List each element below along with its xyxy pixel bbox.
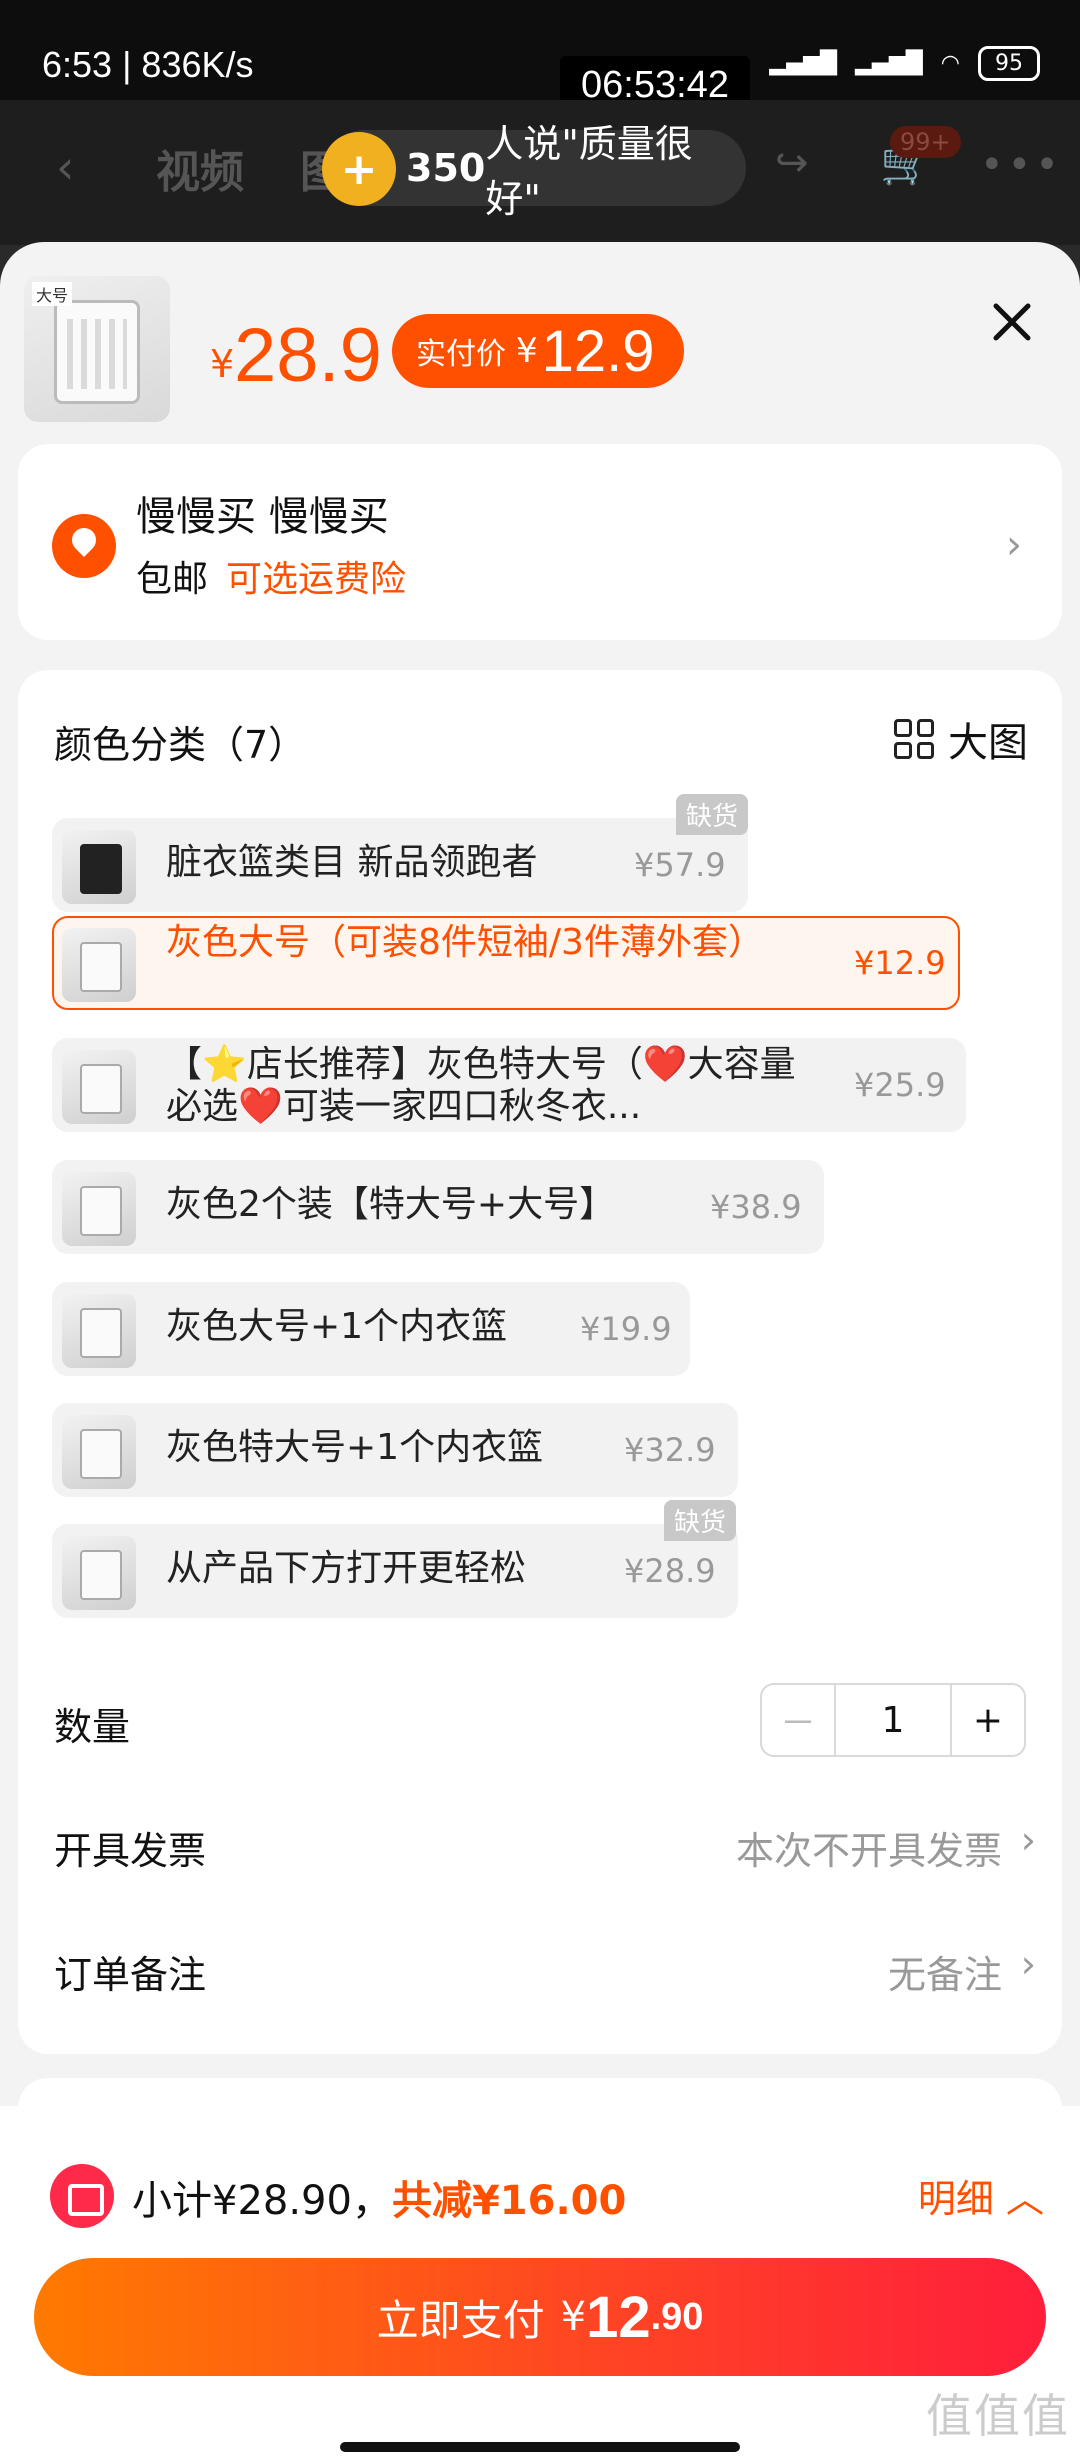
- option-thumbnail: [62, 1172, 136, 1246]
- option-label: 【⭐店长推荐】灰色特大号（❤️大容量必选❤️可装一家四口秋冬衣...: [166, 1044, 796, 1127]
- watermark: 值值值: [926, 2394, 1070, 2446]
- big-image-toggle[interactable]: 大图: [894, 710, 1028, 768]
- address-name: 慢慢买 慢慢买: [136, 494, 389, 540]
- quantity-stepper: － 1 +: [760, 1683, 1026, 1757]
- options-card: 颜色分类（7） 大图 脏衣篮类目 新品领跑者 ¥57.9 缺货 灰色大号（可装8…: [18, 670, 1062, 2054]
- shipping-insurance-link[interactable]: 可选运费险: [226, 559, 406, 600]
- option-label: 灰色大号（可装8件短袖/3件薄外套）: [166, 922, 764, 963]
- pay-now-button[interactable]: 立即支付 ¥ 12 .90: [34, 2258, 1046, 2376]
- quantity-value[interactable]: 1: [834, 1685, 952, 1755]
- out-of-stock-badge: 缺货: [676, 794, 749, 835]
- checkout-bar: 小计¥28.90，共减¥16.00 明细 ︿ 立即支付 ¥ 12 .90: [0, 2106, 1080, 2460]
- out-of-stock-badge: 缺货: [664, 1500, 737, 1541]
- option-price: ¥19.9: [580, 1310, 672, 1348]
- pay-amount-int: 12: [586, 2284, 651, 2350]
- wifi-icon: ◠: [940, 51, 960, 76]
- option-chip[interactable]: 灰色特大号+1个内衣篮 ¥32.9: [52, 1403, 738, 1497]
- option-price: ¥32.9: [624, 1431, 716, 1469]
- sku-sheet: 大号 ¥ 28.9 实付价 ¥ 12.9 慢慢买 慢慢买 包邮 可选运费险 › 颜…: [0, 242, 1080, 2460]
- paid-symbol: ¥: [516, 331, 538, 371]
- location-icon: [52, 514, 116, 578]
- quantity-plus-button[interactable]: +: [952, 1685, 1024, 1755]
- detail-label: 明细: [917, 2177, 994, 2221]
- option-price: ¥25.9: [854, 1066, 946, 1104]
- sku-header: 大号 ¥ 28.9 实付价 ¥ 12.9: [0, 242, 1080, 438]
- pay-symbol: ¥: [560, 2294, 587, 2340]
- big-image-label: 大图: [948, 720, 1028, 766]
- status-icons: ▂▄▆█ ▂▄▆█ ◠ 95: [769, 46, 1040, 81]
- thumb-size-tag: 大号: [32, 282, 73, 306]
- option-thumbnail: [62, 928, 136, 1002]
- close-icon[interactable]: [988, 298, 1036, 346]
- review-lock-icon: +: [322, 132, 396, 206]
- status-time-speed: 6:53 | 836K/s: [42, 44, 254, 85]
- option-price: ¥28.9: [624, 1552, 716, 1590]
- option-label: 灰色特大号+1个内衣篮: [166, 1427, 544, 1468]
- status-bar: 6:53 | 836K/s ▂▄▆█ ▂▄▆█ ◠ 95: [0, 0, 1080, 100]
- pay-amount-dec: .90: [650, 2295, 704, 2338]
- back-icon[interactable]: ‹: [56, 140, 74, 194]
- option-thumbnail: [62, 830, 136, 904]
- price-symbol: ¥: [210, 342, 235, 386]
- quantity-minus-button[interactable]: －: [762, 1685, 834, 1755]
- paid-label: 实付价: [416, 337, 506, 372]
- option-chip-selected[interactable]: 灰色大号（可装8件短袖/3件薄外套） ¥12.9: [52, 916, 960, 1010]
- option-chip[interactable]: 脏衣篮类目 新品领跑者 ¥57.9: [52, 818, 748, 912]
- more-icon[interactable]: •••: [980, 142, 1063, 188]
- option-price: ¥57.9: [634, 846, 726, 884]
- shipping-row: 包邮 可选运费险: [136, 550, 406, 602]
- home-indicator[interactable]: [340, 2442, 740, 2452]
- chevron-right-icon: ›: [1020, 1942, 1036, 1986]
- tab-video[interactable]: 视频: [156, 136, 244, 200]
- note-label: 订单备注: [54, 1953, 207, 1997]
- option-thumbnail: [62, 1050, 136, 1124]
- option-chip[interactable]: 灰色大号+1个内衣篮 ¥19.9: [52, 1282, 690, 1376]
- subtotal: 小计¥28.90，共减¥16.00: [132, 2168, 626, 2226]
- option-label: 脏衣篮类目 新品领跑者: [166, 842, 538, 883]
- battery-icon: 95: [978, 46, 1040, 81]
- pay-label: 立即支付: [376, 2295, 545, 2345]
- invoice-label: 开具发票: [54, 1829, 207, 1873]
- grid-icon: [894, 719, 934, 759]
- option-price: ¥12.9: [854, 944, 946, 982]
- option-chip[interactable]: 灰色2个装【特大号+大号】 ¥38.9: [52, 1160, 824, 1254]
- paid-price-badge: 实付价 ¥ 12.9: [392, 314, 684, 388]
- review-text: 人说"质量很好": [485, 122, 693, 221]
- option-chip[interactable]: 【⭐店长推荐】灰色特大号（❤️大容量必选❤️可装一家四口秋冬衣... ¥25.9: [52, 1038, 966, 1132]
- option-thumbnail: [62, 1415, 136, 1489]
- price: 28.9: [234, 313, 382, 398]
- option-label: 从产品下方打开更轻松: [166, 1548, 527, 1589]
- option-thumbnail: [62, 1536, 136, 1610]
- signal-icon-2: ▂▄▆█: [855, 51, 923, 76]
- option-label: 灰色2个装【特大号+大号】: [166, 1184, 616, 1225]
- basket-image: [54, 300, 140, 404]
- detail-button[interactable]: 明细 ︿: [918, 2168, 1044, 2223]
- chevron-up-icon: ︿: [1005, 2177, 1044, 2221]
- coupon-icon: [50, 2164, 114, 2228]
- invoice-value[interactable]: 本次不开具发票: [736, 1820, 1002, 1875]
- signal-icon: ▂▄▆█: [769, 51, 838, 76]
- option-chip[interactable]: 从产品下方打开更轻松 ¥28.9: [52, 1524, 738, 1618]
- sku-thumbnail[interactable]: 大号: [24, 276, 170, 422]
- cart-badge: 99+: [890, 126, 961, 158]
- option-thumbnail: [62, 1294, 136, 1368]
- address-card[interactable]: 慢慢买 慢慢买 包邮 可选运费险 ›: [18, 444, 1062, 640]
- chevron-right-icon: ›: [1020, 1818, 1036, 1862]
- quantity-label: 数量: [54, 1705, 131, 1749]
- note-value[interactable]: 无备注: [888, 1944, 1002, 1999]
- subtotal-text: 小计¥28.90，: [132, 2178, 392, 2224]
- share-icon[interactable]: ↪: [775, 140, 809, 186]
- option-label: 灰色大号+1个内衣篮: [166, 1306, 508, 1347]
- review-count: 350: [406, 146, 486, 190]
- shipping-free: 包邮: [136, 559, 209, 600]
- chevron-right-icon: ›: [1006, 522, 1022, 568]
- discount-text: 共减¥16.00: [391, 2178, 627, 2224]
- paid-price: 12.9: [541, 318, 655, 384]
- option-price: ¥38.9: [710, 1188, 802, 1226]
- color-category-title: 颜色分类（7）: [54, 723, 307, 767]
